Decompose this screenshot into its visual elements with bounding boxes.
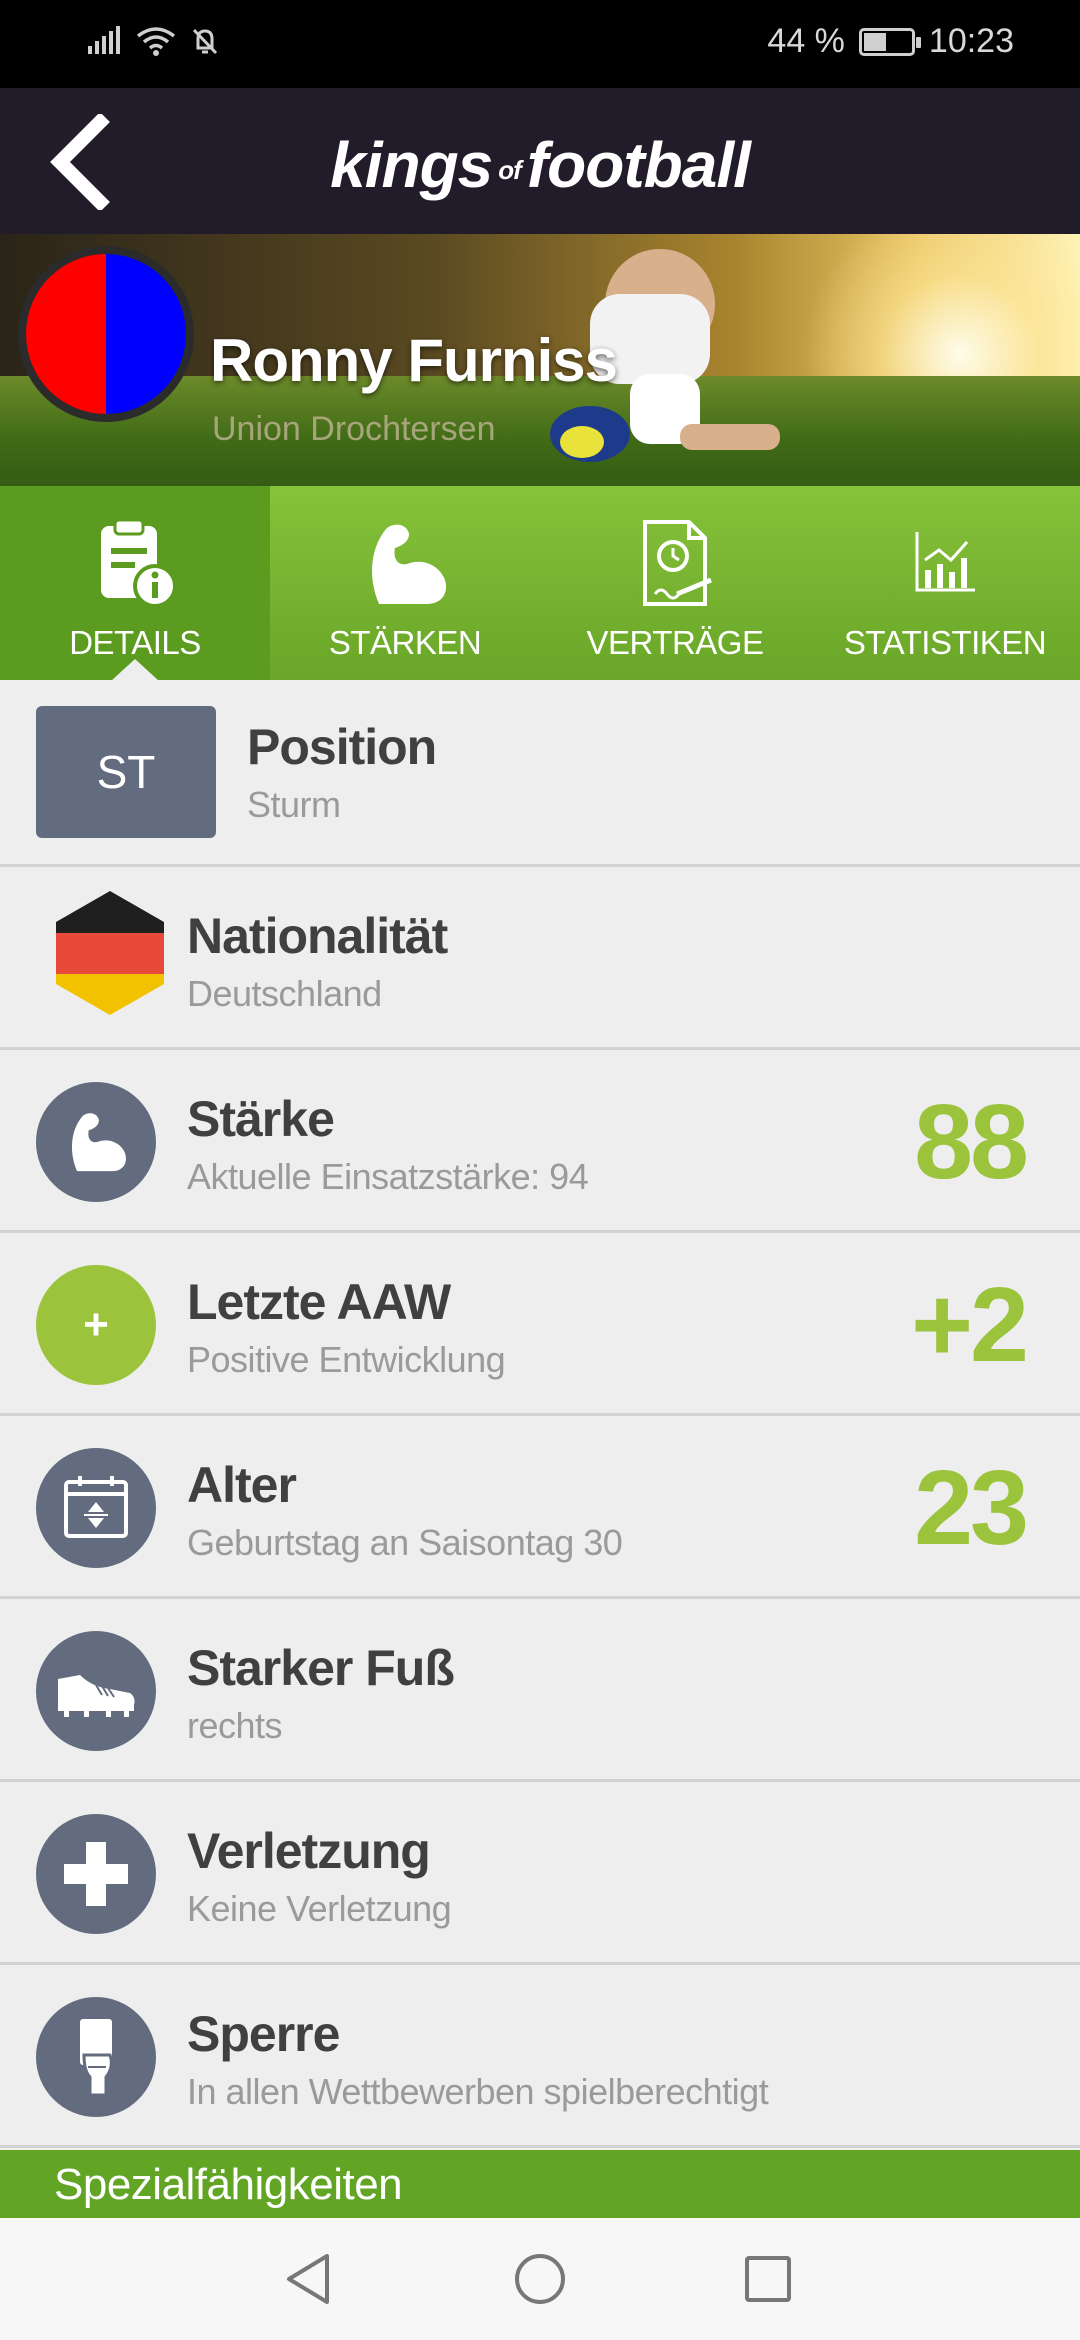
logo-of: of: [498, 154, 522, 185]
row-subtitle: Geburtstag an Saisontag 30: [187, 1522, 623, 1563]
row-subtitle: In allen Wettbewerben spielberechtigt: [187, 2071, 769, 2112]
row-title: Position: [247, 719, 437, 775]
status-bar: 44 % 10:23: [0, 0, 1080, 88]
square-recents-icon: [745, 2256, 791, 2302]
battery-icon: [858, 27, 921, 56]
plus-symbol: +: [83, 1300, 109, 1349]
circle-home-icon: [515, 2254, 565, 2304]
row-title: Nationalität: [187, 908, 448, 964]
row-subtitle: Deutschland: [187, 973, 382, 1014]
nav-back-button[interactable]: [268, 2242, 348, 2316]
calendar-icon: [36, 1448, 156, 1568]
tab-label: STATISTIKEN: [843, 624, 1047, 661]
tab-statistiken[interactable]: STATISTIKEN: [810, 486, 1080, 680]
last-aaw-row: + Letzte AAW Positive Entwicklung +2: [0, 1233, 1080, 1416]
nav-recents-button[interactable]: [728, 2242, 808, 2316]
position-row: ST Position Sturm: [0, 680, 1080, 867]
muscle-arm-icon: [36, 1082, 156, 1202]
football-boot-icon: [36, 1631, 156, 1751]
logo-football: football: [526, 129, 751, 201]
tab-staerken[interactable]: STÄRKEN: [270, 486, 540, 680]
tab-label: STÄRKEN: [328, 624, 482, 661]
contract-clock-icon: [620, 514, 730, 614]
plus-icon: +: [36, 1265, 156, 1385]
wifi-icon: [136, 27, 176, 56]
club-color-right: [106, 254, 186, 414]
system-nav-bar: [0, 2218, 1080, 2340]
tab-label: VERTRÄGE: [586, 624, 764, 661]
app-logo: kings offootball: [0, 128, 1080, 202]
player-club[interactable]: Union Drochtersen: [212, 410, 495, 449]
last-aaw-value: +2: [911, 1266, 1029, 1384]
nav-home-button[interactable]: [500, 2242, 580, 2316]
tab-vertraege[interactable]: VERTRÄGE: [540, 486, 810, 680]
tab-label: DETAILS: [69, 624, 201, 661]
document-info-icon: [80, 514, 190, 614]
bell-muted-icon: [192, 28, 218, 55]
injury-row: Verletzung Keine Verletzung: [0, 1782, 1080, 1965]
medical-cross-icon: [36, 1814, 156, 1934]
screen: 44 % 10:23 kings offootball Ronny Furnis…: [0, 0, 1080, 2340]
row-title: Alter: [187, 1457, 297, 1513]
player-name: Ronny Furniss: [210, 327, 618, 394]
status-right: 44 % 10:23: [767, 22, 1014, 61]
triangle-back-icon: [287, 2254, 329, 2304]
club-badge: [18, 246, 194, 422]
row-title: Verletzung: [187, 1823, 431, 1879]
special-abilities-header[interactable]: Spezialfähigkeiten: [0, 2150, 1080, 2218]
row-title: Starker Fuß: [187, 1640, 455, 1696]
tab-details[interactable]: DETAILS: [0, 486, 270, 681]
age-value: 23: [914, 1449, 1029, 1567]
referee-card-icon: [36, 1997, 156, 2117]
detail-list: ST Position Sturm Nationalität Deutschla…: [0, 680, 1080, 2148]
clock: 10:23: [928, 22, 1014, 60]
nationality-row: Nationalität Deutschland: [0, 867, 1080, 1050]
battery-percent: 44 %: [767, 22, 845, 60]
row-title: Stärke: [187, 1091, 335, 1147]
row-title: Sperre: [187, 2006, 340, 2062]
logo-kings: kings: [330, 129, 493, 201]
status-icons: [86, 26, 220, 56]
row-title: Letzte AAW: [187, 1274, 451, 1330]
row-subtitle: Sturm: [247, 784, 341, 825]
muscle-arm-icon: [350, 514, 460, 614]
row-subtitle: Keine Verletzung: [187, 1888, 452, 1929]
club-color-left: [26, 254, 106, 414]
chart-icon: [890, 514, 1000, 614]
row-subtitle: rechts: [187, 1705, 283, 1746]
strength-value: 88: [914, 1083, 1029, 1201]
ban-row: Sperre In allen Wettbewerben spielberech…: [0, 1965, 1080, 2148]
player-header: Ronny Furniss Union Drochtersen: [0, 234, 1080, 486]
app-bar: kings offootball: [0, 88, 1080, 234]
germany-flag-icon: [56, 891, 164, 1015]
signal-icon: [88, 26, 120, 54]
age-row: Alter Geburtstag an Saisontag 30 23: [0, 1416, 1080, 1599]
row-subtitle: Aktuelle Einsatzstärke: 94: [187, 1156, 589, 1197]
position-badge: ST: [36, 706, 216, 838]
strong-foot-row: Starker Fuß rechts: [0, 1599, 1080, 1782]
strength-row: Stärke Aktuelle Einsatzstärke: 94 88: [0, 1050, 1080, 1233]
tab-bar: DETAILS STÄRKEN VERTRÄGE STATISTIKEN: [0, 486, 1080, 681]
row-subtitle: Positive Entwicklung: [187, 1339, 506, 1380]
